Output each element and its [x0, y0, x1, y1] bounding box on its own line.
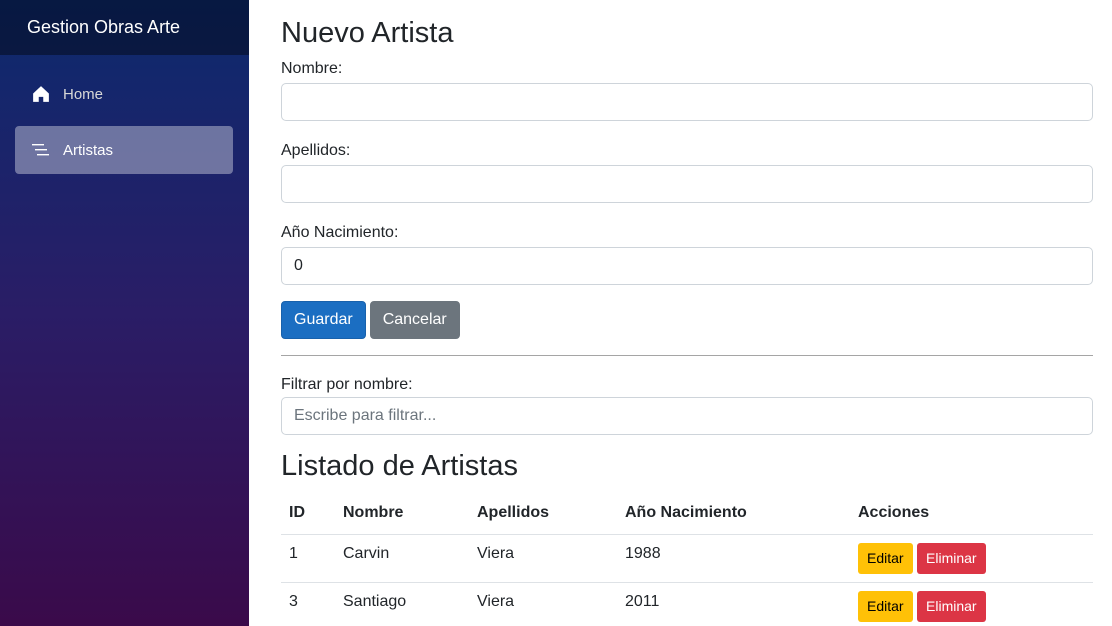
filter-input[interactable] [281, 397, 1093, 435]
artists-table: ID Nombre Apellidos Año Nacimiento Accio… [281, 492, 1093, 626]
cell-anio: 1988 [617, 534, 850, 583]
sidebar-item-label: Home [63, 85, 104, 103]
save-button[interactable]: Guardar [281, 301, 366, 339]
anio-nacimiento-input[interactable] [281, 247, 1093, 285]
form-actions: Guardar Cancelar [281, 301, 1093, 339]
column-header-apellidos: Apellidos [469, 492, 617, 535]
table-row: 3 Santiago Viera 2011 Editar Eliminar [281, 582, 1093, 626]
cancel-button[interactable]: Cancelar [369, 301, 460, 339]
home-icon [31, 84, 51, 104]
cell-apellidos: Viera [469, 534, 617, 583]
cell-id: 1 [281, 534, 335, 583]
app-brand[interactable]: Gestion Obras Arte [0, 0, 249, 55]
sidebar-nav: Home Artistas [0, 55, 249, 174]
column-header-anio-nacimiento: Año Nacimiento [617, 492, 850, 535]
filter-label: Filtrar por nombre: [281, 376, 413, 393]
list-title: Listado de Artistas [281, 450, 518, 482]
column-header-nombre: Nombre [335, 492, 469, 535]
anio-nacimiento-label: Año Nacimiento: [281, 224, 399, 241]
form-title: Nuevo Artista [281, 17, 454, 49]
sidebar-item-home[interactable]: Home [15, 70, 233, 118]
cell-nombre: Santiago [335, 582, 469, 626]
edit-button[interactable]: Editar [858, 542, 913, 574]
sidebar-item-artistas[interactable]: Artistas [15, 126, 233, 174]
delete-button[interactable]: Eliminar [917, 542, 986, 574]
apellidos-input[interactable] [281, 165, 1093, 203]
apellidos-label: Apellidos: [281, 142, 351, 159]
nombre-label: Nombre: [281, 60, 343, 77]
list-icon [31, 140, 51, 160]
table-header-row: ID Nombre Apellidos Año Nacimiento Accio… [281, 492, 1093, 535]
cell-id: 3 [281, 582, 335, 626]
column-header-acciones: Acciones [850, 492, 1093, 535]
divider [281, 355, 1093, 356]
cell-nombre: Carvin [335, 534, 469, 583]
sidebar: Gestion Obras Arte Home Artistas [0, 0, 249, 626]
nombre-input[interactable] [281, 83, 1093, 121]
table-row: 1 Carvin Viera 1988 Editar Eliminar [281, 534, 1093, 583]
cell-acciones: Editar Eliminar [850, 534, 1093, 583]
cell-acciones: Editar Eliminar [850, 582, 1093, 626]
edit-button[interactable]: Editar [858, 590, 913, 622]
cell-apellidos: Viera [469, 582, 617, 626]
column-header-id: ID [281, 492, 335, 535]
main-content: Nuevo Artista Nombre: Apellidos: Año Nac… [281, 0, 1093, 626]
sidebar-item-label: Artistas [63, 141, 114, 159]
cell-anio: 2011 [617, 582, 850, 626]
delete-button[interactable]: Eliminar [917, 590, 986, 622]
